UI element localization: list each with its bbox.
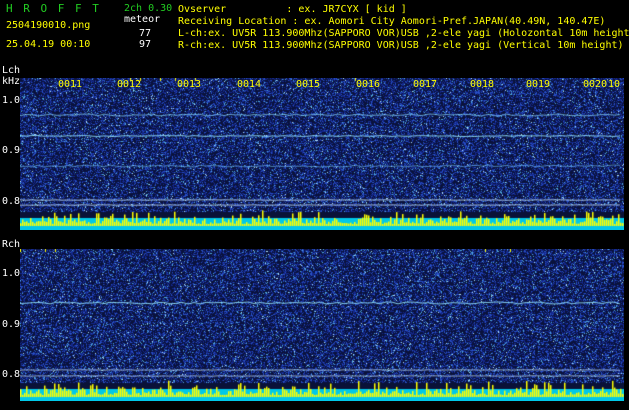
time-label-0014: 0014 — [237, 79, 262, 90]
time-label-0016: 0016 — [356, 79, 381, 90]
meteor-count-lch: 77 — [139, 28, 152, 39]
file-name: 2504190010.png — [6, 20, 91, 31]
lch-label: Lch — [2, 65, 21, 76]
time-label-0019: 0019 — [526, 79, 551, 90]
rch-ytick-0-8: 0.8 — [2, 369, 21, 380]
rch-spectrogram — [20, 249, 624, 401]
lch-spectrogram — [20, 78, 624, 230]
observer-info: Ovserver : ex. JR7CYX [ kid ] — [178, 4, 407, 15]
rch-ytick-1-0: 1.0 — [2, 268, 21, 279]
lch-ytick-0-8: 0.8 — [2, 196, 21, 207]
lch-ytick-0-9: 0.9 — [2, 145, 21, 156]
lch-ytick-1-0: 1.0 — [2, 95, 21, 106]
time-label-0011: 0011 — [58, 79, 83, 90]
rch-label: Rch — [2, 239, 21, 250]
channel-mode: 2ch 0.30 — [124, 3, 173, 14]
time-label-0012: 0012 — [117, 79, 142, 90]
app-title: H R O F F T — [6, 2, 101, 15]
location-info: Receiving Location : ex. Aomori City Aom… — [178, 16, 606, 27]
time-label-end: 10 — [608, 79, 621, 90]
lch-unit-label: kHz — [2, 76, 21, 87]
time-label-0015: 0015 — [296, 79, 321, 90]
time-label-0018: 0018 — [470, 79, 495, 90]
meteor-label: meteor — [124, 14, 161, 25]
rch-receiver-info: R-ch:ex. UV5R 113.900Mhz(SAPPORO VOR)USB… — [178, 40, 624, 51]
time-label-0020: 0020 — [583, 79, 608, 90]
date-time: 25.04.19 00:10 — [6, 39, 91, 50]
meteor-count-rch: 97 — [139, 39, 152, 50]
time-label-0013: 0013 — [177, 79, 202, 90]
lch-receiver-info: L-ch:ex. UV5R 113.900Mhz(SAPPORO VOR)USB… — [178, 28, 629, 39]
time-label-0017: 0017 — [413, 79, 438, 90]
rch-ytick-0-9: 0.9 — [2, 319, 21, 330]
